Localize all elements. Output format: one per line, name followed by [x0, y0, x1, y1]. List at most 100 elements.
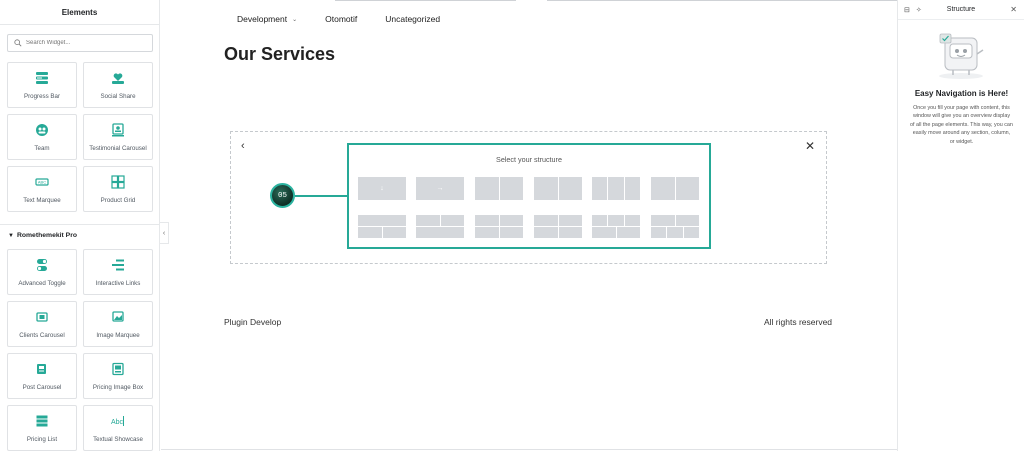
advanced-toggle-icon: [37, 259, 47, 271]
arrow-down-icon: ↓: [358, 177, 406, 200]
navigator-illustration: [939, 33, 984, 79]
pro-widget-grid: Advanced Toggle Interactive Links Client…: [7, 249, 153, 451]
widget-clients-carousel[interactable]: Clients Carousel: [7, 301, 77, 347]
progress-bar-icon: [36, 72, 48, 84]
step-connector: [295, 195, 348, 197]
elements-panel-title: Elements: [0, 0, 159, 25]
text-marquee-icon: ABC: [35, 178, 49, 186]
widget-social-share[interactable]: Social Share: [83, 62, 153, 108]
collapse-panel-button[interactable]: ‹: [160, 222, 169, 244]
svg-text:Abc: Abc: [111, 419, 124, 426]
widget-label: Clients Carousel: [19, 332, 65, 339]
nav-label: Uncategorized: [385, 14, 441, 24]
widget-pricing-list[interactable]: Pricing List: [7, 405, 77, 451]
elements-panel: Elements Progress Bar Social Share Team …: [0, 0, 160, 451]
widget-label: Testimonial Carousel: [89, 145, 147, 152]
structure-preset-down[interactable]: ↓: [358, 177, 406, 200]
close-icon[interactable]: ✕: [1010, 5, 1017, 14]
footer-right-text: All rights reserved: [764, 317, 833, 327]
widget-post-carousel[interactable]: Post Carousel: [7, 353, 77, 399]
nav-item-development[interactable]: Development ⌄: [237, 14, 297, 24]
structure-preset-2-row-f[interactable]: [651, 215, 699, 238]
page-title: Our Services: [224, 44, 336, 64]
widget-testimonial-carousel[interactable]: Testimonial Carousel: [83, 114, 153, 160]
footer-left-text: Plugin Develop: [224, 317, 282, 327]
widget-label: Text Marquee: [23, 197, 61, 204]
structure-preset-2-row-c[interactable]: [475, 215, 523, 238]
close-icon[interactable]: ✕: [805, 139, 815, 153]
structure-preset-2-row[interactable]: [358, 215, 406, 238]
widget-label: Image Marquee: [96, 332, 140, 339]
pricing-list-icon: [36, 415, 48, 427]
structure-panel-header: ⊟ ✧ Structure ✕: [898, 0, 1024, 20]
widget-label: Textual Showcase: [93, 436, 143, 443]
clients-carousel-icon: [36, 312, 48, 322]
structure-preset-2-col-c[interactable]: [651, 177, 699, 200]
widget-label: Progress Bar: [23, 93, 61, 100]
structure-panel: ⊟ ✧ Structure ✕ Easy Navigation is Here!…: [897, 0, 1024, 451]
back-arrow-icon[interactable]: ‹: [241, 140, 245, 152]
search-icon: [14, 39, 22, 47]
widget-label: Post Carousel: [22, 384, 62, 391]
image-marquee-icon: [112, 311, 124, 322]
widget-progress-bar[interactable]: Progress Bar: [7, 62, 77, 108]
nav-label: Development: [237, 14, 288, 24]
structure-preset-2-col-b[interactable]: [534, 177, 582, 200]
social-share-icon: [112, 73, 124, 84]
step-badge: 05: [270, 183, 295, 208]
testimonial-carousel-icon: [112, 123, 124, 137]
bottom-border: [161, 449, 897, 450]
structure-selector: Select your structure ↓ →: [347, 143, 711, 249]
section-toggle-romethemekit-pro[interactable]: ▼ Romethemekit Pro: [8, 232, 77, 239]
svg-text:ABC: ABC: [38, 180, 46, 185]
widget-label: Interactive Links: [95, 280, 141, 287]
structure-panel-description: Once you fill your page with content, th…: [910, 105, 1013, 145]
structure-preset-2-col[interactable]: [475, 177, 523, 200]
widget-advanced-toggle[interactable]: Advanced Toggle: [7, 249, 77, 295]
widget-image-marquee[interactable]: Image Marquee: [83, 301, 153, 347]
structure-preset-2-row-b[interactable]: [416, 215, 464, 238]
widget-team[interactable]: Team: [7, 114, 77, 160]
sparkle-icon[interactable]: ✧: [916, 6, 922, 14]
structure-preset-3-col[interactable]: [592, 177, 640, 200]
nav-item-otomotif[interactable]: Otomotif: [325, 14, 357, 24]
arrow-right-icon: →: [416, 177, 464, 200]
pricing-image-box-icon: [112, 362, 124, 376]
widget-text-marquee[interactable]: ABC Text Marquee: [7, 166, 77, 212]
caret-down-icon: ▼: [8, 232, 14, 239]
interactive-links-icon: [112, 259, 124, 271]
widget-label: Social Share: [100, 93, 136, 100]
section-title: Romethemekit Pro: [16, 232, 78, 239]
expand-icon[interactable]: ⊟: [904, 6, 910, 14]
post-carousel-icon: [37, 364, 46, 374]
widget-label: Pricing Image Box: [92, 384, 144, 391]
structure-preset-2-row-e[interactable]: [592, 215, 640, 238]
widget-label: Product Grid: [100, 197, 136, 204]
chevron-down-icon: ⌄: [292, 16, 298, 23]
widget-label: Pricing List: [26, 436, 58, 443]
widget-product-grid[interactable]: Product Grid: [83, 166, 153, 212]
widget-textual-showcase[interactable]: Abc Textual Showcase: [83, 405, 153, 451]
site-nav: Development ⌄ Otomotif Uncategorized: [237, 14, 440, 24]
editor-app: Elements Progress Bar Social Share Team …: [0, 0, 1024, 451]
product-grid-icon: [111, 175, 125, 189]
nav-label: Otomotif: [325, 14, 358, 24]
textual-showcase-icon: Abc: [111, 416, 124, 426]
widget-label: Team: [34, 145, 50, 152]
structure-preset-2-row-d[interactable]: [534, 215, 582, 238]
nav-item-uncategorized[interactable]: Uncategorized: [385, 14, 440, 24]
search-widget-input[interactable]: [26, 40, 146, 46]
search-widget-field[interactable]: [7, 34, 153, 52]
widget-interactive-links[interactable]: Interactive Links: [83, 249, 153, 295]
widget-pricing-image-box[interactable]: Pricing Image Box: [83, 353, 153, 399]
top-border: [547, 0, 899, 1]
chevron-left-icon: ‹: [162, 229, 166, 237]
team-icon: [36, 124, 48, 136]
widget-label: Advanced Toggle: [18, 280, 66, 287]
top-border: [335, 0, 516, 1]
widget-grid: Progress Bar Social Share Team Testimoni…: [7, 62, 153, 212]
structure-preset-right[interactable]: →: [416, 177, 464, 200]
structure-panel-heading: Easy Navigation is Here!: [914, 89, 1009, 98]
section-divider: [0, 224, 159, 225]
structure-title: Select your structure: [496, 155, 562, 164]
